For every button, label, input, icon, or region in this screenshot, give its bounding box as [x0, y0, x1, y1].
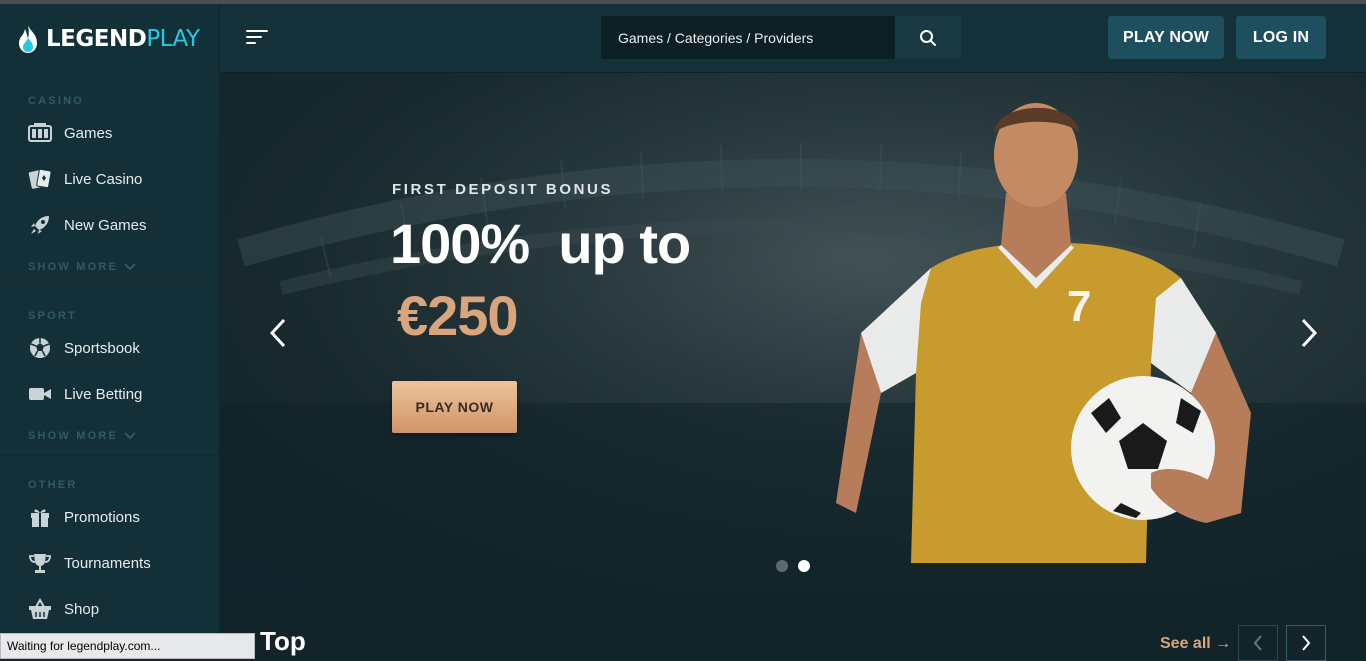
- show-more-label: SHOW MORE: [28, 261, 119, 273]
- basket-icon: [28, 598, 52, 620]
- sidebar-item-sportsbook[interactable]: Sportsbook: [0, 328, 219, 368]
- sidebar-item-shop[interactable]: Shop: [0, 589, 219, 629]
- chevron-right-icon: [1301, 318, 1318, 348]
- carousel-dot-2[interactable]: [798, 560, 810, 572]
- sidebar-item-label: Games: [64, 124, 113, 142]
- site-header: LEGENDPLAY PLAY NOW LOG IN: [0, 4, 1366, 73]
- logo[interactable]: LEGENDPLAY: [0, 4, 220, 73]
- sidebar-item-label: Promotions: [64, 508, 140, 526]
- chevron-right-icon: [1302, 635, 1311, 651]
- carousel-dot-1[interactable]: [776, 560, 788, 572]
- sidebar-item-label: New Games: [64, 216, 147, 234]
- soccer-ball-icon: [28, 337, 52, 359]
- rocket-icon: [28, 214, 52, 236]
- show-more-casino[interactable]: SHOW MORE: [28, 261, 136, 273]
- gift-icon: [28, 506, 52, 528]
- sidebar-item-label: Live Betting: [64, 385, 143, 403]
- jersey-number: 7: [1067, 282, 1091, 331]
- log-in-button[interactable]: LOG IN: [1236, 16, 1326, 59]
- sidebar-item-label: Sportsbook: [64, 339, 140, 357]
- trophy-icon: [28, 552, 52, 574]
- sidebar-item-label: Live Casino: [64, 170, 143, 188]
- section-label-other: OTHER: [28, 479, 78, 491]
- search-icon: [920, 29, 936, 46]
- see-all-link[interactable]: See all →: [1160, 635, 1231, 653]
- sidebar-divider: [0, 455, 219, 456]
- sidebar-item-tournaments[interactable]: Tournaments: [0, 543, 219, 583]
- section-title: Top: [260, 626, 306, 656]
- cards-icon: [28, 168, 52, 190]
- chevron-down-icon: [124, 432, 136, 440]
- sidebar-item-label: Shop: [64, 600, 100, 618]
- bonus-amount: €250: [397, 284, 519, 347]
- search-button[interactable]: [895, 16, 961, 59]
- carousel-next-button[interactable]: [1294, 313, 1324, 353]
- menu-toggle-icon[interactable]: [246, 30, 268, 46]
- show-more-label: SHOW MORE: [28, 430, 119, 442]
- section-next-button[interactable]: [1286, 625, 1326, 661]
- slot-machine-icon: [28, 122, 52, 144]
- chevron-down-icon: [124, 263, 136, 271]
- section-label-casino: CASINO: [28, 95, 84, 107]
- section-prev-button[interactable]: [1238, 625, 1278, 661]
- logo-text-legend: LEGEND: [46, 25, 147, 52]
- sidebar-item-new-games[interactable]: New Games: [0, 205, 219, 245]
- bonus-title: 100% up to: [390, 212, 691, 275]
- show-more-sport[interactable]: SHOW MORE: [28, 430, 136, 442]
- sidebar-item-games[interactable]: Games: [0, 113, 219, 153]
- sidebar-divider: [0, 286, 219, 287]
- flame-logo-icon: [19, 24, 37, 53]
- search-bar: [601, 16, 961, 59]
- sidebar-item-live-betting[interactable]: Live Betting: [0, 374, 219, 414]
- carousel-dots: [776, 560, 810, 572]
- sidebar-item-label: Tournaments: [64, 554, 151, 572]
- chevron-left-icon: [269, 318, 286, 348]
- logo-text-play: PLAY: [146, 25, 200, 52]
- sidebar: CASINO Games Live Casino New Games SHOW …: [0, 73, 220, 659]
- browser-status-bar: Waiting for legendplay.com...: [0, 633, 255, 659]
- hero-play-now-button[interactable]: PLAY NOW: [392, 381, 517, 433]
- section-label-sport: SPORT: [28, 310, 77, 322]
- soccer-player-image: 7: [836, 103, 1251, 563]
- hero-banner: 7 FIRST DEPOSIT BONUS 100% up to €250 PL…: [221, 73, 1366, 593]
- chevron-left-icon: [1253, 635, 1262, 651]
- search-input[interactable]: [601, 16, 895, 59]
- carousel-prev-button[interactable]: [263, 313, 293, 353]
- sidebar-item-live-casino[interactable]: Live Casino: [0, 159, 219, 199]
- sidebar-item-promotions[interactable]: Promotions: [0, 497, 219, 537]
- bonus-label: FIRST DEPOSIT BONUS: [392, 181, 614, 198]
- play-now-button[interactable]: PLAY NOW: [1108, 16, 1224, 59]
- video-camera-icon: [28, 383, 52, 405]
